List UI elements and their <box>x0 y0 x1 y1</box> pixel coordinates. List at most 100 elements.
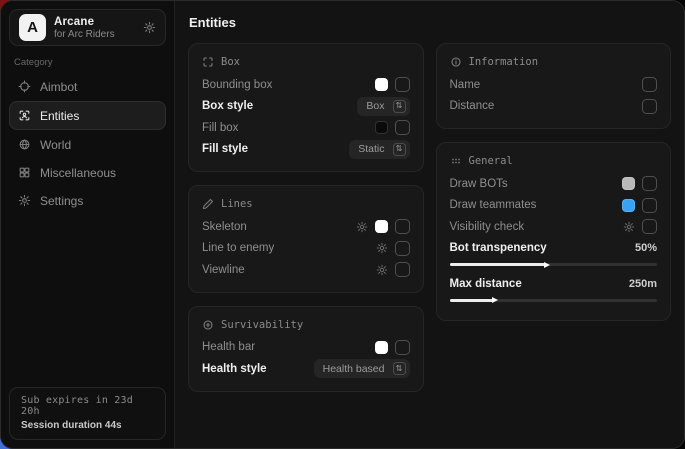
fill-box-checkbox[interactable] <box>395 120 410 135</box>
row-viewline: Viewline <box>202 259 410 281</box>
pencil-icon <box>202 198 214 210</box>
panel-lines: Lines Skeleton <box>188 185 424 293</box>
row-skeleton: Skeleton <box>202 216 410 238</box>
name-checkbox[interactable] <box>642 77 657 92</box>
row-draw-bots: Draw BOTs <box>450 173 658 195</box>
panel-survivability: Survivability Health bar Health style <box>188 306 424 392</box>
sidebar-item-entities[interactable]: Entities <box>9 101 166 130</box>
panel-lines-title: Lines <box>202 198 410 210</box>
health-cross-icon <box>202 319 214 331</box>
bounding-box-checkbox[interactable] <box>395 77 410 92</box>
bot-transparency-slider[interactable] <box>450 263 658 266</box>
row-label: Line to enemy <box>202 242 274 254</box>
max-distance-value: 250m <box>629 278 657 290</box>
right-column: Information Name Distance <box>436 43 672 321</box>
health-style-dropdown[interactable]: Health based ⇅ <box>314 359 410 378</box>
row-label: Draw teammates <box>450 199 537 211</box>
sidebar-item-aimbot[interactable]: Aimbot <box>9 73 166 100</box>
entities-scan-icon <box>18 109 31 122</box>
row-label: Skeleton <box>202 221 247 233</box>
max-distance-slider[interactable] <box>450 299 658 302</box>
sidebar-item-label: Miscellaneous <box>40 166 116 180</box>
dropdown-value: Box <box>366 100 384 112</box>
app-title: Arcane <box>54 16 115 28</box>
row-draw-teammates: Draw teammates <box>450 195 658 217</box>
desktop-background: A Arcane for Arc Riders Category Aimbot <box>0 0 685 449</box>
fill-style-dropdown[interactable]: Static ⇅ <box>349 140 409 159</box>
panel-title-text: General <box>469 155 513 167</box>
row-label: Name <box>450 79 481 91</box>
globe-icon <box>18 138 31 151</box>
app-logo: A <box>19 14 46 41</box>
logo-text: Arcane for Arc Riders <box>54 16 115 40</box>
updown-arrows-icon: ⇅ <box>393 362 406 375</box>
row-visibility-check: Visibility check <box>450 216 658 238</box>
info-icon <box>450 56 462 68</box>
dots-grid-icon <box>450 155 462 167</box>
draw-teammates-checkbox[interactable] <box>642 198 657 213</box>
row-health-style: Health style Health based ⇅ <box>202 358 410 380</box>
row-health-bar: Health bar <box>202 337 410 359</box>
panel-box: Box Bounding box Box style <box>188 43 424 172</box>
page-title: Entities <box>188 1 671 43</box>
crosshair-icon <box>18 80 31 93</box>
app-subtitle: for Arc Riders <box>54 29 115 40</box>
box-style-dropdown[interactable]: Box ⇅ <box>357 97 409 116</box>
row-fill-box: Fill box <box>202 117 410 139</box>
row-label: Fill box <box>202 122 238 134</box>
sub-expiry-text: Sub expires in 23d 20h <box>21 395 154 417</box>
gear-icon[interactable] <box>143 21 156 34</box>
sidebar-item-label: World <box>40 138 71 152</box>
logo-card: A Arcane for Arc Riders <box>9 9 166 46</box>
sidebar-item-label: Aimbot <box>40 80 77 94</box>
color-swatch[interactable] <box>622 177 635 190</box>
color-swatch[interactable] <box>375 121 388 134</box>
sidebar-item-miscellaneous[interactable]: Miscellaneous <box>9 159 166 186</box>
color-swatch[interactable] <box>622 199 635 212</box>
category-label: Category <box>14 57 161 68</box>
panel-information: Information Name Distance <box>436 43 672 129</box>
color-swatch[interactable] <box>375 341 388 354</box>
line-to-enemy-checkbox[interactable] <box>395 241 410 256</box>
panel-title-text: Box <box>221 56 240 68</box>
row-label: Max distance <box>450 278 522 290</box>
distance-checkbox[interactable] <box>642 99 657 114</box>
subscription-info-card: Sub expires in 23d 20h Session duration … <box>9 387 166 440</box>
visibility-check-checkbox[interactable] <box>642 219 657 234</box>
skeleton-checkbox[interactable] <box>395 219 410 234</box>
settings-gear-icon[interactable] <box>356 221 368 233</box>
row-bounding-box: Bounding box <box>202 74 410 96</box>
row-fill-style: Fill style Static ⇅ <box>202 139 410 161</box>
slider-fill[interactable] <box>450 263 545 266</box>
panel-information-title: Information <box>450 56 658 68</box>
row-label: Distance <box>450 100 495 112</box>
color-swatch[interactable] <box>375 220 388 233</box>
row-distance: Distance <box>450 96 658 118</box>
sidebar-item-label: Entities <box>40 109 79 123</box>
color-swatch[interactable] <box>375 78 388 91</box>
settings-gear-icon[interactable] <box>376 242 388 254</box>
settings-gear-icon[interactable] <box>623 221 635 233</box>
dropdown-value: Health based <box>323 363 385 375</box>
settings-gear-icon[interactable] <box>376 264 388 276</box>
grid-icon <box>18 166 31 179</box>
sidebar-item-world[interactable]: World <box>9 131 166 158</box>
row-name: Name <box>450 74 658 96</box>
bounding-box-icon <box>202 56 214 68</box>
panel-columns: Box Bounding box Box style <box>188 43 671 392</box>
panel-title-text: Lines <box>221 198 253 210</box>
row-label: Box style <box>202 100 253 112</box>
panel-box-title: Box <box>202 56 410 68</box>
row-bot-transparency: Bot transpenency 50% <box>450 238 658 260</box>
health-bar-checkbox[interactable] <box>395 340 410 355</box>
row-label: Bot transpenency <box>450 242 547 254</box>
draw-bots-checkbox[interactable] <box>642 176 657 191</box>
viewline-checkbox[interactable] <box>395 262 410 277</box>
app-window: A Arcane for Arc Riders Category Aimbot <box>0 0 685 449</box>
slider-fill[interactable] <box>450 299 494 302</box>
sidebar-item-settings[interactable]: Settings <box>9 187 166 214</box>
row-label: Visibility check <box>450 221 525 233</box>
row-label: Health style <box>202 363 267 375</box>
app-logo-letter: A <box>27 19 38 36</box>
updown-arrows-icon: ⇅ <box>393 143 406 156</box>
